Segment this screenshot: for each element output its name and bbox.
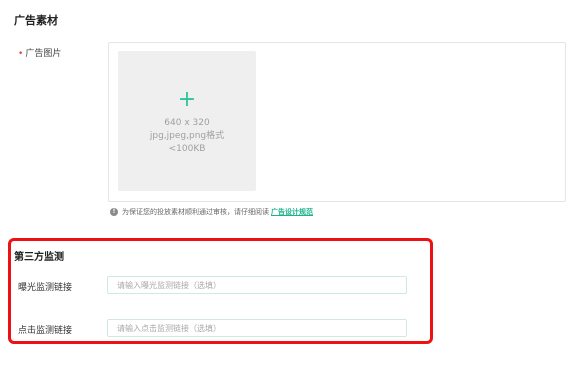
design-spec-link[interactable]: 广告设计规范 [271, 207, 313, 217]
impression-monitor-label: 曝光监测链接 [18, 283, 73, 293]
section-title-ad-material: 广告素材 [14, 14, 58, 27]
required-mark: • [18, 49, 24, 59]
upload-tip: ! 为保证您的投放素材顺利通过审核，请仔细阅读 广告设计规范 [110, 207, 313, 217]
plus-icon: + [177, 87, 197, 112]
page: 广告素材 • 广告图片 + 640 x 320 jpg,jpeg,png格式 <1… [0, 0, 582, 366]
impression-monitor-input[interactable] [107, 276, 407, 294]
click-monitor-input[interactable] [107, 319, 407, 337]
tip-text: 为保证您的投放素材顺利通过审核，请仔细阅读 [122, 208, 269, 216]
ad-image-label: • 广告图片 [18, 46, 61, 59]
click-monitor-label: 点击监测链接 [18, 326, 73, 336]
upload-hint: 640 x 320 jpg,jpeg,png格式 <100KB [118, 117, 256, 156]
upload-format-text: jpg,jpeg,png格式 [149, 131, 225, 141]
image-upload-button[interactable]: + 640 x 320 jpg,jpeg,png格式 <100KB [118, 51, 256, 191]
upload-limit-text: <100KB [168, 144, 206, 154]
section-title-third-party: 第三方监测 [14, 252, 64, 263]
upload-size-text: 640 x 320 [164, 118, 210, 128]
info-icon: ! [110, 208, 118, 216]
ad-image-label-text: 广告图片 [25, 49, 62, 59]
